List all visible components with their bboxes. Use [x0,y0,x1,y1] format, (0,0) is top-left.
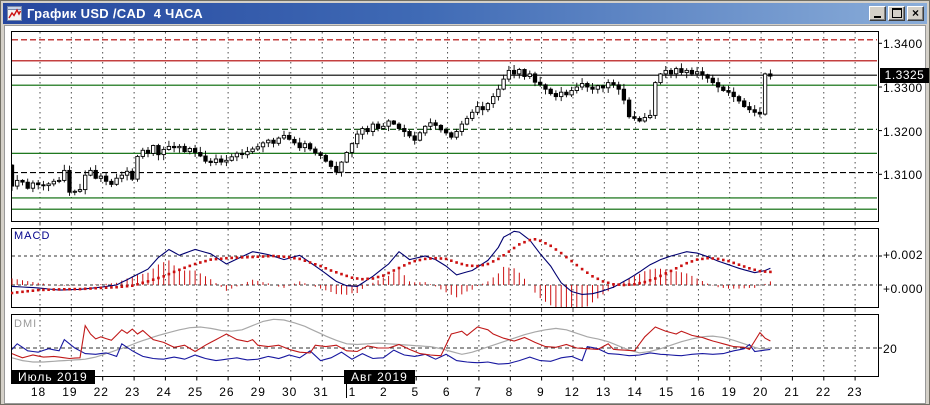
maximize-button[interactable] [888,6,905,21]
x-axis-date-label: 19 [721,385,737,399]
close-icon: × [911,6,919,20]
current-price-badge: 1.3325 [880,68,929,83]
x-axis-date-label: 19 [62,385,78,399]
x-axis-date-label: 14 [627,385,643,399]
x-axis-date-label: 30 [282,385,298,399]
macd-panel-label: MACD [14,230,51,242]
x-axis-date-label: 21 [784,385,800,399]
x-axis-date-label: 22 [93,385,109,399]
minimize-icon [874,16,881,18]
close-button[interactable]: × [907,6,924,21]
x-axis-date-label: 13 [596,385,612,399]
x-axis-date-label: 5 [411,385,420,399]
x-axis-date-label: 26 [219,385,235,399]
macd-axis-label: +0.000 [883,282,924,296]
price-axis-label: 1.3100 [883,168,923,182]
x-axis-date-label: 24 [156,385,172,399]
minimize-button[interactable] [869,6,886,21]
chart-window: График USD /CAD 4 ЧАСА × 1.3400 1.3300 1… [0,0,930,405]
chart-icon [7,6,22,21]
dmi-panel-label: DMI [14,318,38,330]
window-title: График USD /CAD 4 ЧАСА [27,6,203,21]
x-axis-date-label: 23 [125,385,141,399]
x-axis-date-label: 16 [690,385,706,399]
dmi-axis-label: 20 [883,342,898,356]
month-badge-july: Июль 2019 [11,370,95,384]
macd-axis-label: +0.002 [883,248,924,262]
x-axis-date-label: 1 [348,385,357,399]
x-axis-date-label: 2 [380,385,388,399]
x-axis-date-label: 6 [442,385,451,399]
x-axis-date-label: 23 [847,385,863,399]
x-axis-date-label: 31 [313,385,329,399]
x-axis-date-label: 8 [505,385,514,399]
x-axis-date-label: 18 [30,385,47,399]
x-axis-date-label: 15 [658,385,675,399]
x-axis: 18 19 22 23 24 25 26 29 30 31 1 2 5 6 7 8 9 12 13 14 15 16 19 2… [1,385,930,401]
x-axis-date-label: 22 [815,385,832,399]
price-axis-label: 1.3300 [883,81,923,95]
titlebar[interactable]: График USD /CAD 4 ЧАСА × [3,3,927,24]
month-badge-august: Авг 2019 [344,370,415,384]
x-axis-date-label: 29 [250,385,266,399]
price-axis-label: 1.3200 [883,125,923,139]
x-axis-date-label: 25 [187,385,204,399]
maximize-icon [891,8,902,18]
chart-canvas[interactable] [1,26,930,405]
x-axis-date-label: 9 [537,385,545,399]
price-axis-label: 1.3400 [883,37,923,51]
x-axis-date-label: 12 [564,385,580,399]
x-axis-date-label: 20 [753,385,769,399]
x-axis-date-label: 7 [474,385,482,399]
